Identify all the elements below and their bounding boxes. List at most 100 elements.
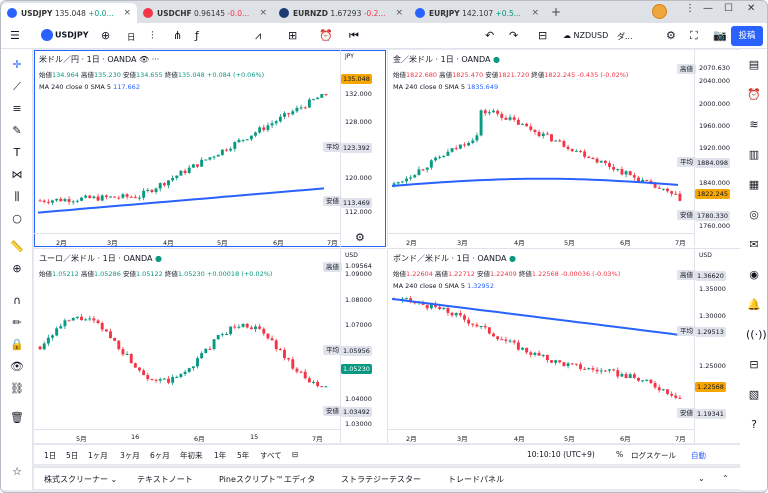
range-ytd[interactable]: 年初来 <box>180 450 203 461</box>
pattern-icon[interactable]: ⋈ <box>10 168 24 182</box>
range-6m[interactable]: 6ヶ月 <box>150 450 170 461</box>
prediction-icon[interactable]: ⫼ <box>10 190 24 204</box>
compare-symbol[interactable]: ☁ NZDUSD <box>563 31 608 40</box>
currency-label[interactable]: USD <box>699 252 712 259</box>
shape-icon[interactable]: ○ <box>10 212 24 226</box>
notifications-icon[interactable]: 🔔 <box>746 297 762 313</box>
range-all[interactable]: すべて <box>260 450 282 461</box>
goto-date-icon[interactable]: ⊟ <box>292 450 298 459</box>
alerts-clock-icon[interactable]: ⏰ <box>746 87 762 103</box>
close-tab-icon[interactable]: × <box>395 8 403 18</box>
currency-label[interactable]: JPY <box>345 53 354 60</box>
trash-icon[interactable]: 🗑 <box>10 411 24 425</box>
close-window-icon[interactable]: ✕ <box>747 3 755 14</box>
camera-icon[interactable]: 📷 <box>713 29 727 42</box>
time-axis[interactable]: 2月 3月 4月 5月 6月 7月 <box>388 429 694 443</box>
magnet-icon[interactable]: ∩ <box>10 294 24 308</box>
price-axis[interactable]: USD 1.09564 1.09000 1.08000 1.07000 1.05… <box>340 249 386 443</box>
price-axis[interactable]: 2070.630 2040.000 2000.000 1960.000 1920… <box>694 50 740 247</box>
fullscreen-icon[interactable]: ⛶ <box>690 29 698 43</box>
tab-eurnzd[interactable]: EURNZD 1.67293 -0.2... × <box>273 3 409 23</box>
chart-pane-gbpusd[interactable]: ポンド／米ドル · 1日 · OANDA ● 始値1.22604 高値1.227… <box>387 248 740 443</box>
broadcast-icon[interactable]: ((·)) <box>746 327 767 343</box>
redo-icon[interactable]: ↷ <box>509 29 518 42</box>
settings-gear-icon[interactable]: ⚙ <box>666 29 676 42</box>
panel-tab-textnote[interactable]: テキストノート <box>137 474 193 485</box>
compare-dropdown[interactable]: ダ... <box>617 31 633 42</box>
clock-timezone[interactable]: 10:10:10 (UTC+9) <box>527 450 595 459</box>
tab-usdjpy[interactable]: USDJPY 135.048 +0.0... × <box>1 3 137 23</box>
symbol-search[interactable]: USDJPY <box>41 29 89 41</box>
tab-usdchf[interactable]: USDCHF 0.96145 -0.0... × <box>137 3 273 23</box>
layout-select-icon[interactable]: ⊟ <box>538 29 547 42</box>
price-axis[interactable]: USD 1.36620 1.35000 1.30000 1.29513 1.25… <box>694 249 740 443</box>
trendline-icon[interactable]: ⟋ <box>10 80 24 94</box>
calendar-icon[interactable]: ▦ <box>746 177 762 193</box>
panel-tab-screener[interactable]: 株式スクリーナー ⌄ <box>44 474 117 485</box>
chart-pane-eurusd[interactable]: ユーロ／米ドル · 1日 · OANDA ● 始値1.05212 高値1.052… <box>34 248 386 443</box>
lock-drawings-icon[interactable]: ✏ <box>10 316 24 330</box>
text-icon[interactable]: T <box>10 146 24 160</box>
watchlist-icon[interactable]: ▤ <box>746 57 762 73</box>
panel-tab-trading[interactable]: トレードパネル <box>448 474 504 485</box>
publish-button[interactable]: 投稿 <box>731 26 763 46</box>
range-5y[interactable]: 5年 <box>237 450 249 461</box>
alert-icon[interactable]: ⏰ <box>319 29 333 42</box>
data-window-icon[interactable]: ≋ <box>746 117 762 133</box>
avatar[interactable] <box>652 4 667 19</box>
minimize-icon[interactable]: — <box>703 3 713 14</box>
eye-icon[interactable]: 👁 <box>10 360 24 374</box>
percent-toggle[interactable]: % <box>616 450 623 459</box>
crosshair-icon[interactable]: ✛ <box>10 58 24 72</box>
close-tab-icon[interactable]: × <box>259 8 267 18</box>
chart-pane-usdjpy[interactable]: 米ドル／円 · 1日 · OANDA 👁 ··· 始値134.964 高値135… <box>34 50 386 247</box>
replay-icon[interactable]: ⏮ <box>349 29 359 43</box>
news-icon[interactable]: ▥ <box>746 147 762 163</box>
favorite-star-icon[interactable]: ☆ <box>10 465 24 479</box>
new-tab-icon[interactable]: + <box>551 5 561 19</box>
ruler-icon[interactable]: 📏 <box>10 240 24 254</box>
collapse-panel-icon[interactable]: ⌄ <box>698 474 705 483</box>
chart-pane-gold[interactable]: 金／米ドル · 1日 · OANDA ● 始値1822.680 高値1825.4… <box>387 50 740 247</box>
bar-style-icon[interactable]: ⫶ <box>151 29 154 43</box>
auto-scale-toggle[interactable]: 自動 <box>691 450 706 461</box>
layout-grid-icon[interactable]: ⊞ <box>288 29 297 42</box>
order-panel-icon[interactable]: ⊟ <box>746 357 762 373</box>
compare-icon[interactable]: ⋔ <box>173 29 182 42</box>
link-icon[interactable]: ⛓ <box>10 382 24 396</box>
maximize-panel-icon[interactable]: ⌃ <box>722 474 729 483</box>
menu-icon[interactable]: ☰ <box>10 29 20 42</box>
indicators-icon[interactable]: ƒ <box>195 29 199 42</box>
brush-icon[interactable]: ✎ <box>10 124 24 138</box>
settings-gear-icon[interactable]: ⚙ <box>355 231 365 244</box>
heatmap-icon[interactable]: ▧ <box>746 387 762 403</box>
lock-icon[interactable]: 🔒 <box>10 338 24 352</box>
chat-icon[interactable]: ✉ <box>746 237 762 253</box>
range-1m[interactable]: 1ヶ月 <box>88 450 108 461</box>
range-1y[interactable]: 1年 <box>214 450 226 461</box>
currency-label[interactable]: USD <box>345 252 358 259</box>
undo-icon[interactable]: ↶ <box>485 29 494 42</box>
interval-button[interactable]: 日 <box>127 31 136 43</box>
add-symbol-icon[interactable]: ⊕ <box>101 29 110 42</box>
menu-dots-icon[interactable]: ⋮ <box>685 3 695 14</box>
log-scale-toggle[interactable]: ログスケール <box>631 450 676 461</box>
range-1d[interactable]: 1日 <box>44 450 56 461</box>
panel-tab-strategy[interactable]: ストラテジーテスター <box>341 474 421 485</box>
help-icon[interactable]: ? <box>746 417 762 433</box>
zoom-icon[interactable]: ⊕ <box>10 262 24 276</box>
maximize-icon[interactable]: ☐ <box>724 3 733 14</box>
range-5d[interactable]: 5日 <box>66 450 78 461</box>
fib-icon[interactable]: ≡ <box>10 102 24 116</box>
panel-tab-pine[interactable]: Pineスクリプト™エディタ <box>219 474 315 485</box>
price-axis[interactable]: JPY 132.000 128.000 120.000 112.000 135.… <box>340 50 386 247</box>
time-axis[interactable]: 2月 3月 4月 5月 6月 7月 <box>388 233 694 247</box>
time-axis[interactable]: 2月 3月 4月 5月 6月 7月 <box>34 233 340 247</box>
tab-eurjpy[interactable]: EURJPY 142.107 +0.5... × <box>409 3 545 23</box>
close-tab-icon[interactable]: × <box>123 8 131 18</box>
indicator-templates-icon[interactable]: ⩘ <box>255 29 261 43</box>
time-axis[interactable]: 5月 16 6月 15 7月 <box>34 429 340 443</box>
close-tab-icon[interactable]: × <box>531 8 539 18</box>
eye-icon[interactable]: 👁 <box>139 55 149 64</box>
range-3m[interactable]: 3ヶ月 <box>120 450 140 461</box>
